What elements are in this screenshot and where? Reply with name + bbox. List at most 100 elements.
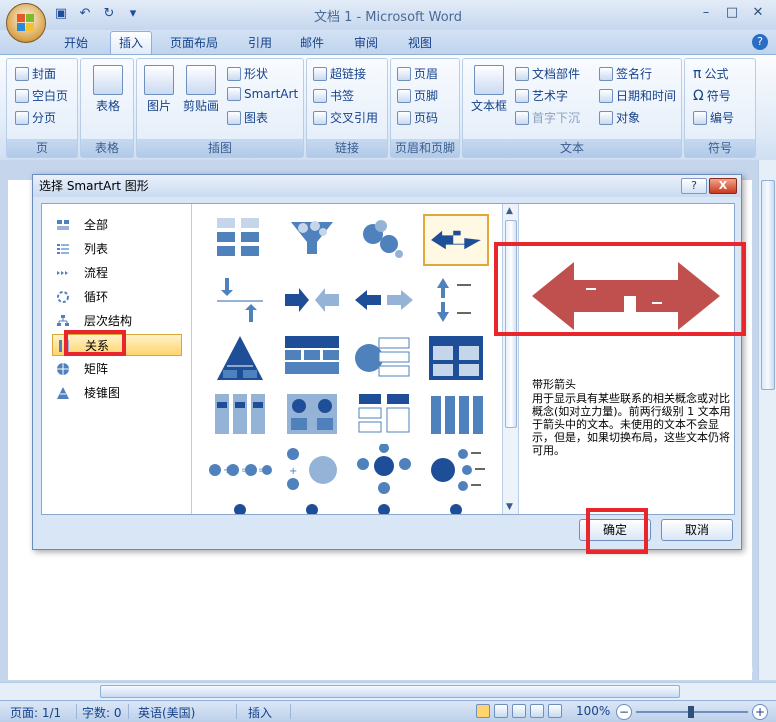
- signature-line-button[interactable]: 签名行: [599, 65, 652, 82]
- category-all[interactable]: 全部: [52, 214, 182, 236]
- zoom-in-button[interactable]: +: [752, 704, 768, 720]
- layout-thumbnail[interactable]: +: [279, 444, 345, 496]
- layout-thumbnail[interactable]: [423, 274, 489, 326]
- layout-thumbnail[interactable]: [423, 390, 489, 442]
- gallery-scrollbar[interactable]: ▲ ▼: [503, 204, 519, 514]
- vertical-scroll-thumb[interactable]: [761, 180, 775, 390]
- cancel-button[interactable]: 取消: [661, 519, 733, 541]
- textbox-button[interactable]: 文本框: [467, 65, 511, 114]
- layout-thumbnail[interactable]: [423, 498, 489, 514]
- full-screen-icon[interactable]: [494, 704, 508, 718]
- zoom-level[interactable]: 100%: [576, 704, 610, 718]
- numbering-button[interactable]: 编号: [693, 109, 734, 126]
- all-icon: [57, 220, 69, 230]
- tab-references[interactable]: 引用: [248, 32, 272, 54]
- draft-icon[interactable]: [548, 704, 562, 718]
- outline-icon[interactable]: [530, 704, 544, 718]
- layout-thumbnail[interactable]: [207, 332, 273, 384]
- layout-thumbnail[interactable]: [351, 498, 417, 514]
- layout-thumbnail[interactable]: [423, 332, 489, 384]
- bookmark-button[interactable]: 书签: [313, 87, 354, 104]
- status-mode[interactable]: 插入: [248, 704, 272, 721]
- pyramid-icon: [57, 387, 69, 399]
- category-list-item[interactable]: 列表: [52, 238, 182, 260]
- gallery-scroll-thumb[interactable]: [505, 220, 517, 428]
- scroll-up-icon[interactable]: ▲: [506, 206, 513, 216]
- smartart-button[interactable]: SmartArt: [227, 87, 298, 101]
- ribbon-tabs: 开始 插入 页面布局 引用 邮件 审阅 视图: [0, 30, 776, 55]
- tab-mailings[interactable]: 邮件: [300, 32, 324, 54]
- footer-button[interactable]: 页脚: [397, 87, 438, 104]
- scroll-down-icon[interactable]: ▼: [506, 502, 513, 512]
- shapes-button[interactable]: 形状: [227, 65, 268, 82]
- layout-thumbnail-selected[interactable]: [423, 214, 489, 266]
- layout-thumbnail[interactable]: [279, 274, 345, 326]
- chart-button[interactable]: 图表: [227, 109, 268, 126]
- shapes-icon: [227, 66, 241, 81]
- status-page[interactable]: 页面: 1/1: [10, 704, 61, 721]
- tab-insert[interactable]: 插入: [110, 31, 153, 55]
- wordart-icon: [515, 88, 529, 103]
- layout-thumbnail[interactable]: [207, 498, 273, 514]
- object-button[interactable]: 对象: [599, 109, 640, 126]
- help-icon[interactable]: ?: [752, 34, 768, 50]
- office-button[interactable]: [6, 3, 46, 43]
- category-matrix[interactable]: 矩阵: [52, 358, 182, 380]
- close-button[interactable]: ✕: [746, 4, 770, 22]
- web-layout-icon[interactable]: [512, 704, 526, 718]
- layout-thumbnail[interactable]: + = =: [207, 444, 273, 496]
- tab-page-layout[interactable]: 页面布局: [170, 32, 218, 54]
- layout-thumbnail[interactable]: [279, 498, 345, 514]
- layout-thumbnail[interactable]: [351, 274, 417, 326]
- category-hierarchy[interactable]: 层次结构: [52, 310, 182, 332]
- wordart-button[interactable]: 艺术字: [515, 87, 568, 104]
- zoom-out-button[interactable]: −: [616, 704, 632, 720]
- vertical-scrollbar[interactable]: [758, 160, 776, 680]
- print-layout-icon[interactable]: [476, 704, 490, 718]
- maximize-button[interactable]: □: [720, 4, 744, 22]
- hyperlink-button[interactable]: 超链接: [313, 65, 366, 82]
- layout-thumbnail[interactable]: [351, 390, 417, 442]
- category-cycle[interactable]: 循环: [52, 286, 182, 308]
- minimize-button[interactable]: –: [694, 4, 718, 22]
- layout-thumbnail[interactable]: [423, 444, 489, 496]
- zoom-slider-handle[interactable]: [688, 706, 694, 718]
- blank-page-button[interactable]: 空白页: [15, 87, 68, 104]
- dialog-close-button[interactable]: X: [709, 178, 737, 194]
- layout-thumbnail[interactable]: [351, 444, 417, 496]
- equation-button[interactable]: π 公式: [693, 65, 728, 82]
- drop-cap-button[interactable]: 首字下沉: [515, 109, 580, 126]
- page-break-button[interactable]: 分页: [15, 109, 56, 126]
- cross-reference-button[interactable]: 交叉引用: [313, 109, 378, 126]
- layout-thumbnail[interactable]: [279, 332, 345, 384]
- category-relationship[interactable]: 关系: [52, 334, 182, 356]
- cover-page-button[interactable]: 封面: [15, 65, 56, 82]
- layout-thumbnail[interactable]: [279, 390, 345, 442]
- pages-group: 封面 空白页 分页 页: [6, 58, 78, 158]
- layout-thumbnail[interactable]: [351, 214, 417, 266]
- quick-parts-button[interactable]: 文档部件: [515, 65, 580, 82]
- table-button[interactable]: 表格: [89, 65, 127, 114]
- layout-thumbnail[interactable]: [207, 214, 273, 266]
- status-words[interactable]: 字数: 0: [82, 704, 122, 721]
- layout-thumbnail[interactable]: [351, 332, 417, 384]
- date-time-button[interactable]: 日期和时间: [599, 87, 676, 104]
- clipart-button[interactable]: 剪贴画: [179, 65, 223, 114]
- horizontal-scroll-thumb[interactable]: [100, 685, 680, 698]
- horizontal-scrollbar[interactable]: [0, 682, 776, 700]
- category-process[interactable]: 流程: [52, 262, 182, 284]
- tab-home[interactable]: 开始: [64, 32, 88, 54]
- header-button[interactable]: 页眉: [397, 65, 438, 82]
- category-pyramid[interactable]: 棱锥图: [52, 382, 182, 404]
- layout-thumbnail[interactable]: [279, 214, 345, 266]
- page-number-button[interactable]: 页码: [397, 109, 438, 126]
- picture-button[interactable]: 图片: [141, 65, 177, 114]
- layout-thumbnail[interactable]: [207, 274, 273, 326]
- tab-review[interactable]: 审阅: [354, 32, 378, 54]
- tab-view[interactable]: 视图: [408, 32, 432, 54]
- status-language[interactable]: 英语(美国): [138, 704, 195, 721]
- symbol-button[interactable]: Ω 符号: [693, 87, 731, 104]
- layout-thumbnail[interactable]: [207, 390, 273, 442]
- ok-button[interactable]: 确定: [579, 519, 651, 541]
- dialog-help-button[interactable]: ?: [681, 178, 707, 194]
